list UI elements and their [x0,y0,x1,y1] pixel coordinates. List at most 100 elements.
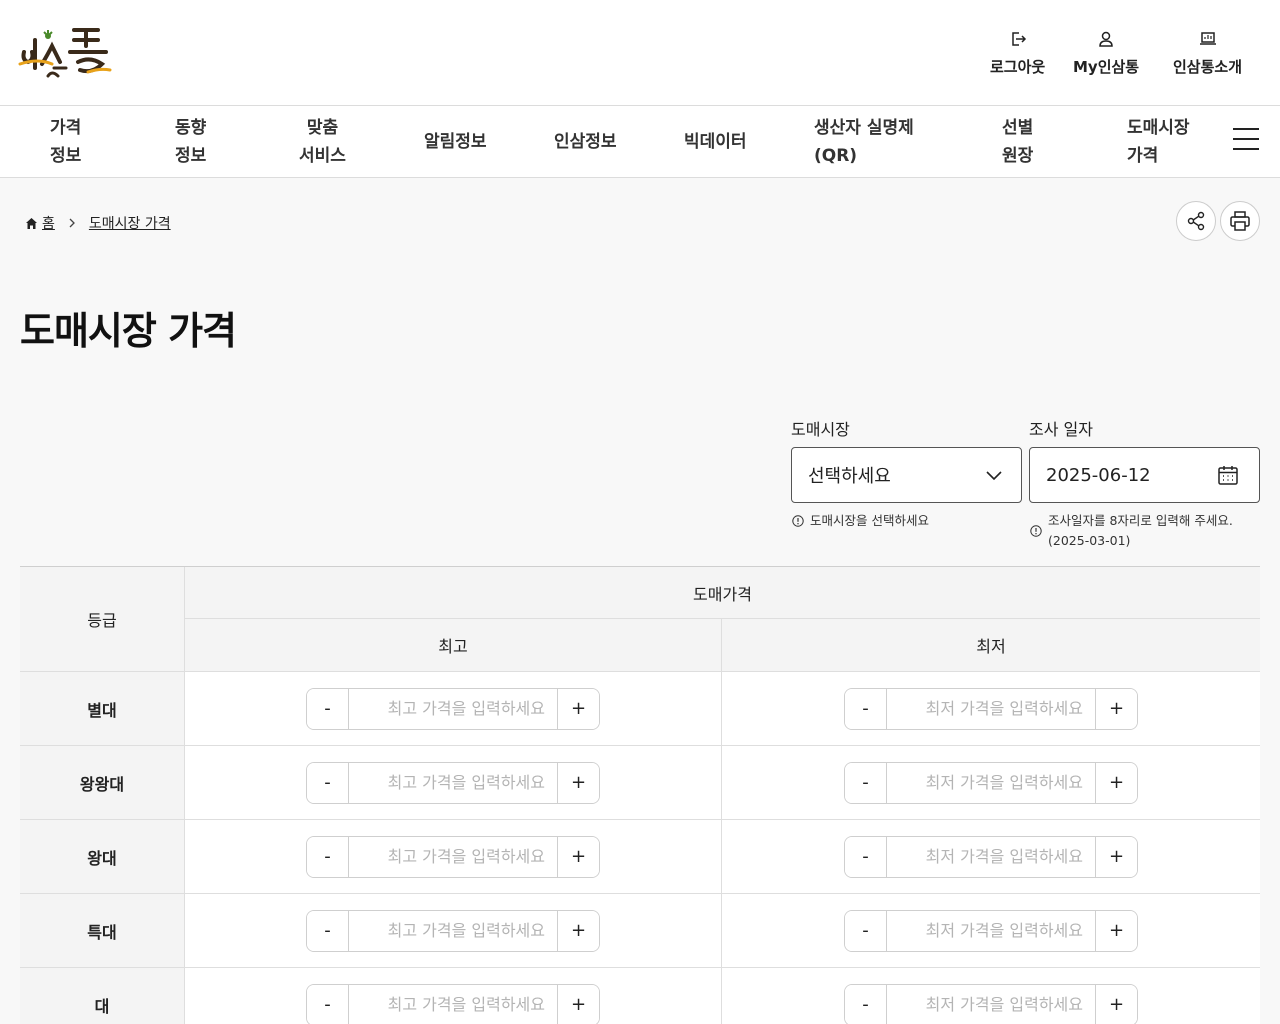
table-row: 왕대-+-+ [20,820,1260,894]
increment-button[interactable]: + [1095,762,1137,803]
grade-cell: 대 [20,968,185,1024]
max-price-cell: -+ [185,820,722,894]
logout-icon [1011,32,1026,46]
menu-icon[interactable] [1233,128,1259,154]
min-price-stepper: -+ [844,835,1138,878]
nav-label: 원장 [1002,146,1034,166]
max-price-input[interactable] [349,762,557,803]
min-price-stepper: -+ [844,983,1138,1024]
increment-button[interactable]: + [557,762,599,803]
nav-big-data[interactable]: 빅데이터 [684,106,747,178]
max-price-input[interactable] [349,984,557,1024]
increment-button[interactable]: + [1095,984,1137,1024]
max-price-input[interactable] [349,910,557,951]
price-table: 등급 도매가격 최고 최저 별대-+-+왕왕대-+-+왕대-+-+특대-+-+대… [20,566,1260,1024]
min-price-input[interactable] [887,688,1095,729]
market-hint: 도매시장을 선택하세요 [792,511,929,531]
about-link[interactable]: 인삼통소개 [1173,30,1242,77]
table-row: 왕왕대-+-+ [20,746,1260,820]
increment-button[interactable]: + [1095,688,1137,729]
main-navigation: 가격 정보 동향 정보 맞춤 서비스 알림정보 인삼정보 빅데이터 생산자 실명제 (Q… [0,106,1280,178]
nav-label: 정보 [50,146,82,166]
max-price-stepper: -+ [306,983,600,1024]
increment-button[interactable]: + [1095,910,1137,951]
max-price-input[interactable] [349,688,557,729]
nav-label: 가격 [1127,146,1159,166]
nav-wholesale-price[interactable]: 도매시장 가격 [1127,106,1190,178]
share-button[interactable] [1176,201,1216,241]
survey-date-input[interactable]: 2025-06-12 [1029,447,1260,503]
info-icon [792,515,804,527]
info-icon [1030,525,1042,537]
max-price-stepper: -+ [306,687,600,730]
decrement-button[interactable]: - [307,984,349,1024]
table-row: 대-+-+ [20,968,1260,1024]
min-price-input[interactable] [887,910,1095,951]
nav-trend-info[interactable]: 동향 정보 [175,106,206,178]
grade-cell: 왕왕대 [20,746,185,820]
increment-button[interactable]: + [557,688,599,729]
page-title: 도매시장 가격 [20,309,237,353]
min-price-stepper: -+ [844,687,1138,730]
user-icon [1099,31,1113,47]
min-header: 최저 [722,619,1260,672]
nav-custom-service[interactable]: 맞춤 서비스 [299,106,346,178]
max-price-stepper: -+ [306,909,600,952]
grade-cell: 별대 [20,672,185,746]
logout-label: 로그아웃 [990,58,1046,76]
max-header: 최고 [185,619,722,672]
breadcrumb-home[interactable]: 홈 [42,213,55,233]
max-price-cell: -+ [185,672,722,746]
increment-button[interactable]: + [1095,836,1137,877]
breadcrumb-current[interactable]: 도매시장 가격 [89,213,171,233]
grade-cell: 왕대 [20,820,185,894]
decrement-button[interactable]: - [845,762,887,803]
decrement-button[interactable]: - [307,836,349,877]
decrement-button[interactable]: - [307,910,349,951]
max-price-stepper: -+ [306,761,600,804]
decrement-button[interactable]: - [845,984,887,1024]
increment-button[interactable]: + [557,836,599,877]
decrement-button[interactable]: - [845,688,887,729]
breadcrumb: 홈 도매시장 가격 [25,212,171,234]
decrement-button[interactable]: - [307,688,349,729]
nav-price-info[interactable]: 가격 정보 [50,106,81,178]
min-price-input[interactable] [887,762,1095,803]
site-header: 로그아웃 My인삼통 인삼통소개 [0,0,1280,106]
min-price-input[interactable] [887,836,1095,877]
nav-label: 생산자 실명제 [814,118,914,138]
home-icon [26,217,37,229]
nav-sorting-ledger[interactable]: 선별원장 [1002,106,1033,178]
market-select[interactable]: 선택하세요 [791,447,1022,503]
nav-label: 정보 [175,146,207,166]
my-page-link[interactable]: My인삼통 [1073,30,1139,77]
nav-ginseng-info[interactable]: 인삼정보 [554,106,617,178]
nav-label: 선별 [1002,118,1034,138]
date-label: 조사 일자 [1029,420,1093,439]
min-price-input[interactable] [887,984,1095,1024]
date-hint-text: 조사일자를 8자리로 입력해 주세요. [1048,513,1233,528]
nav-label: 알림정보 [424,132,487,152]
wholesale-price-header: 도매가격 [185,567,1260,619]
nav-producer-qr[interactable]: 생산자 실명제 (QR) [814,106,914,178]
decrement-button[interactable]: - [845,836,887,877]
max-price-input[interactable] [349,836,557,877]
nav-notice-info[interactable]: 알림정보 [424,106,487,178]
chevron-right-icon [69,218,75,228]
site-logo[interactable] [18,24,112,80]
increment-button[interactable]: + [557,984,599,1024]
date-hint: 조사일자를 8자리로 입력해 주세요. (2025-03-01) [1030,511,1233,551]
min-price-cell: -+ [722,894,1260,968]
decrement-button[interactable]: - [307,762,349,803]
min-price-stepper: -+ [844,909,1138,952]
market-hint-text: 도매시장을 선택하세요 [810,513,929,528]
increment-button[interactable]: + [557,910,599,951]
laptop-icon [1199,32,1216,45]
logout-link[interactable]: 로그아웃 [990,30,1045,77]
decrement-button[interactable]: - [845,910,887,951]
date-hint-example: (2025-03-01) [1048,533,1131,548]
print-button[interactable] [1220,201,1260,241]
calendar-icon[interactable] [1217,464,1239,486]
min-price-cell: -+ [722,672,1260,746]
printer-icon [1230,211,1250,231]
